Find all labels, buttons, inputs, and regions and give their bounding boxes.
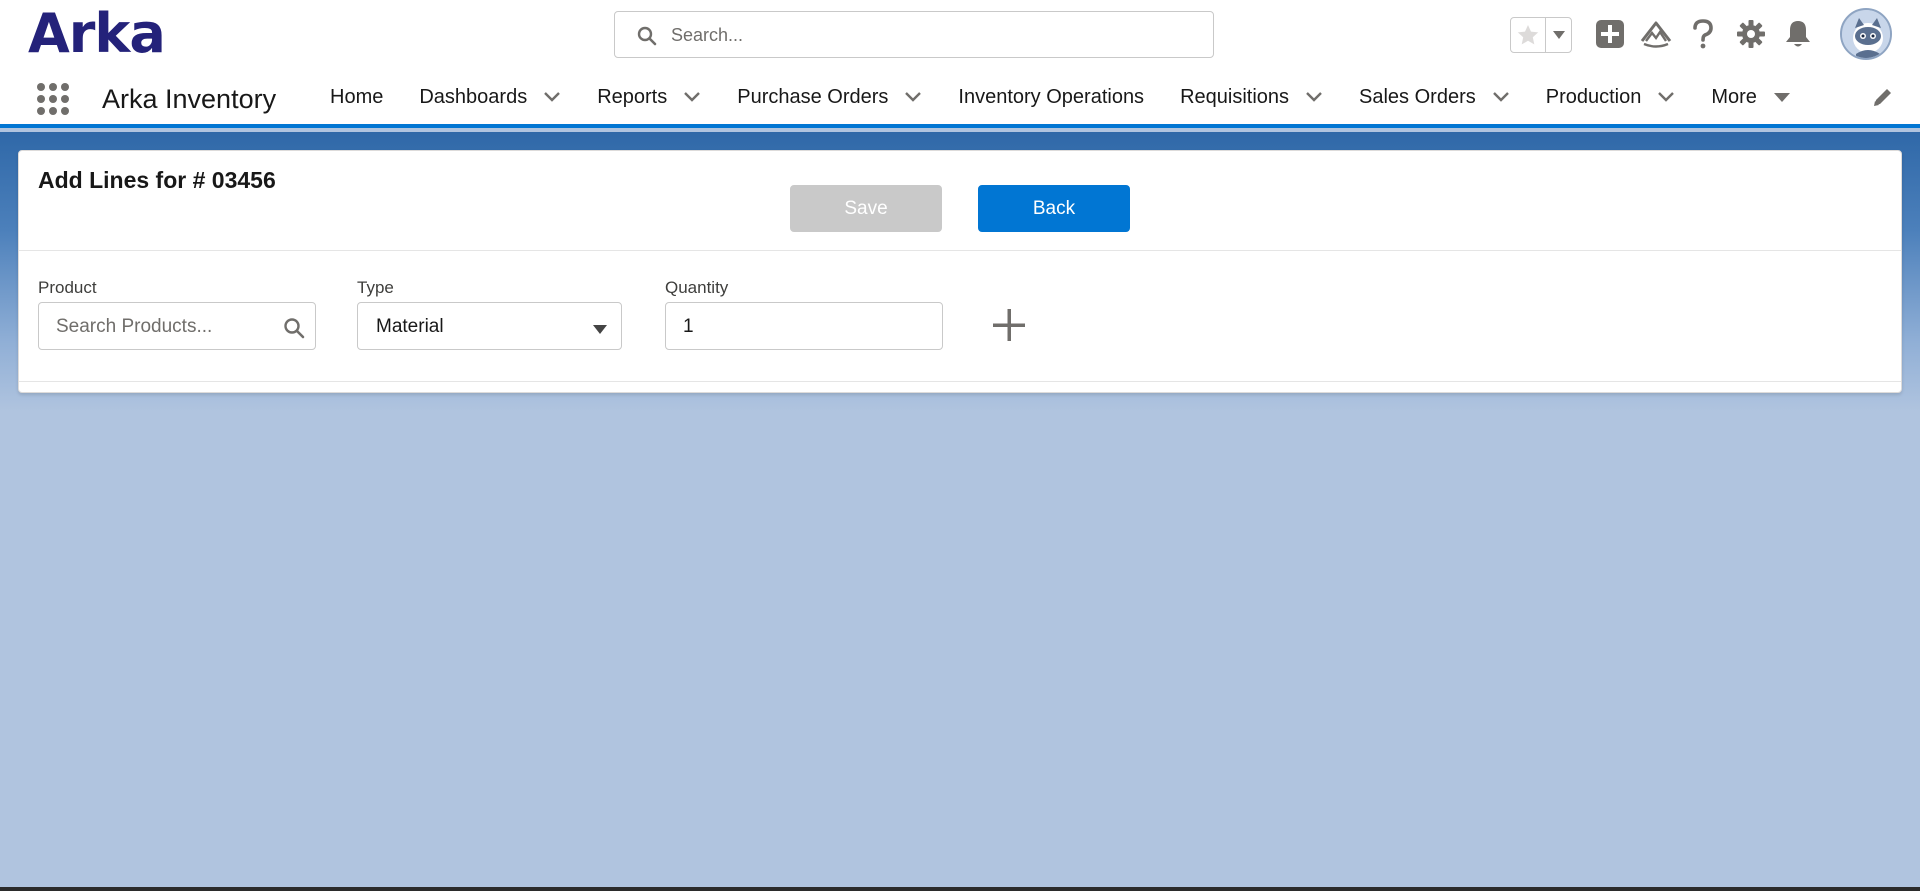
quantity-field[interactable] [665, 302, 943, 350]
back-button[interactable]: Back [978, 185, 1130, 232]
trailhead-icon [1640, 21, 1672, 48]
nav-item-inventory-operations[interactable]: Inventory Operations [940, 70, 1162, 124]
arka-logo[interactable]: Arka [28, 2, 166, 66]
nav-item-dashboards[interactable]: Dashboards [401, 70, 579, 124]
app-launcher-icon[interactable] [36, 82, 70, 116]
favorites-star-button[interactable] [1511, 18, 1545, 52]
nav-item-home[interactable]: Home [312, 70, 401, 124]
search-icon[interactable] [283, 317, 305, 344]
product-search-input[interactable] [56, 313, 276, 341]
edit-nav-button[interactable] [1872, 86, 1896, 110]
global-search-input[interactable] [671, 20, 1191, 50]
card-header-divider [19, 250, 1901, 251]
app-name: Arka Inventory [102, 84, 277, 114]
card-footer-divider [19, 381, 1901, 382]
nav-item-label: Reports [597, 85, 668, 108]
nav-item-sales-orders[interactable]: Sales Orders [1341, 70, 1528, 124]
window-bottom-edge [0, 887, 1920, 891]
type-label: Type [357, 278, 394, 297]
bell-icon [1786, 21, 1810, 47]
user-avatar[interactable] [1840, 8, 1892, 60]
global-actions-button[interactable] [1592, 16, 1628, 52]
quantity-label: Quantity [665, 278, 729, 297]
trailhead-button[interactable] [1638, 16, 1674, 52]
help-icon [1693, 19, 1713, 49]
chevron-down-icon[interactable] [543, 91, 561, 103]
caret-down-icon[interactable] [1773, 91, 1791, 103]
nav-item-label: Purchase Orders [737, 85, 889, 108]
product-label: Product [38, 278, 97, 297]
search-icon [637, 26, 657, 51]
notifications-button[interactable] [1780, 16, 1816, 52]
gear-icon [1737, 20, 1765, 48]
nav-item-label: Home [330, 85, 384, 108]
page-title: Add Lines for # 03456 [38, 167, 276, 193]
app-navigation-bar: Arka Inventory Home Dashboards Reports P… [0, 70, 1920, 128]
astro-avatar-icon [1842, 10, 1890, 58]
add-line-button[interactable] [979, 295, 1039, 355]
nav-item-reports[interactable]: Reports [579, 70, 719, 124]
save-button[interactable]: Save [790, 185, 942, 232]
quantity-input[interactable] [683, 313, 923, 341]
global-search[interactable] [614, 11, 1214, 58]
nav-item-production[interactable]: Production [1528, 70, 1694, 124]
setup-button[interactable] [1733, 16, 1769, 52]
chevron-down-icon[interactable] [683, 91, 701, 103]
type-select-value: Material [376, 316, 444, 337]
favorites-group [1510, 17, 1572, 53]
plus-icon [993, 309, 1025, 341]
nav-item-requisitions[interactable]: Requisitions [1162, 70, 1341, 124]
global-header: Arka [0, 0, 1920, 70]
chevron-down-icon[interactable] [1492, 91, 1510, 103]
nav-item-purchase-orders[interactable]: Purchase Orders [719, 70, 940, 124]
nav-item-label: Inventory Operations [958, 85, 1145, 108]
pencil-icon [1874, 89, 1891, 106]
nav-item-label: More [1711, 85, 1757, 108]
help-button[interactable] [1685, 16, 1721, 52]
product-lookup[interactable] [38, 302, 316, 350]
add-lines-card: Add Lines for # 03456 Save Back Product … [18, 150, 1902, 393]
nav-item-label: Sales Orders [1359, 85, 1476, 108]
chevron-down-icon[interactable] [904, 91, 922, 103]
type-select[interactable]: Material [357, 302, 622, 350]
chevron-down-icon[interactable] [1657, 91, 1675, 103]
caret-down-icon [1552, 31, 1565, 39]
nav-item-label: Production [1545, 85, 1642, 108]
star-icon [1517, 25, 1539, 45]
nav-item-label: Requisitions [1180, 85, 1290, 108]
nav-item-label: Dashboards [419, 85, 528, 108]
favorites-list-button[interactable] [1545, 18, 1571, 52]
nav-items: Home Dashboards Reports Purchase Orders … [312, 70, 1809, 124]
chevron-down-icon[interactable] [1305, 91, 1323, 103]
caret-down-icon [592, 322, 608, 340]
nav-item-more[interactable]: More [1693, 70, 1809, 124]
add-icon [1596, 20, 1624, 48]
